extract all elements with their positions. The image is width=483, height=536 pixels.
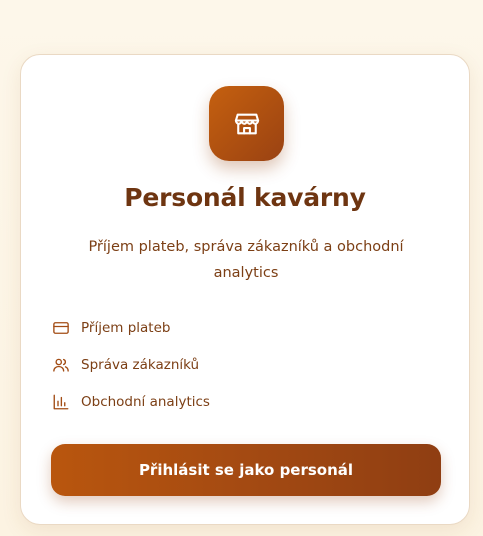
page-subtitle: Příjem plateb, správa zákazníků a obchod… xyxy=(88,239,404,281)
credit-card-icon xyxy=(51,318,71,338)
feature-payments: Příjem plateb xyxy=(51,318,170,338)
feature-label: Příjem plateb xyxy=(81,320,171,336)
store-icon xyxy=(209,86,284,161)
feature-analytics: Obchodní analytics xyxy=(51,392,210,412)
staff-login-card: Personál kavárny Příjem plateb, správa z… xyxy=(20,54,470,525)
users-icon xyxy=(51,355,71,375)
page-title: Personál kavárny xyxy=(124,183,366,212)
feature-label: Obchodní analytics xyxy=(81,394,210,410)
feature-customers: Správa zákazníků xyxy=(51,355,199,375)
staff-login-button[interactable]: Přihlásit se jako personál xyxy=(51,444,441,496)
feature-label: Správa zákazníků xyxy=(81,357,200,373)
bar-chart-icon xyxy=(51,392,71,412)
